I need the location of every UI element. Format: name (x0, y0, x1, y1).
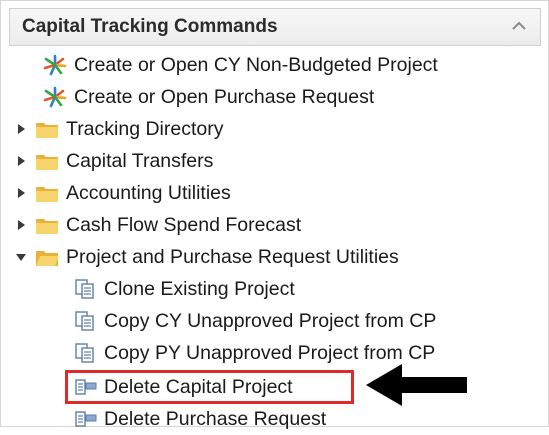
chevron-up-icon[interactable] (510, 19, 528, 33)
tree-item-label: Delete Purchase Request (104, 407, 327, 430)
panel-title: Capital Tracking Commands (22, 16, 278, 37)
tree-item-copy-cy-unapproved[interactable]: Copy CY Unapproved Project from CP (74, 305, 436, 337)
tree-item-create-cy-non-budgeted[interactable]: Create or Open CY Non-Budgeted Project (42, 49, 438, 81)
tree-item-clone-existing-project[interactable]: Clone Existing Project (74, 273, 295, 305)
tree-item-label: Capital Transfers (66, 149, 214, 172)
pointer-arrow-icon (366, 364, 467, 406)
star-burst-icon (43, 54, 67, 76)
folder-icon (36, 155, 58, 170)
document-copy-icon (75, 279, 94, 299)
folder-open-icon (36, 251, 59, 266)
tree-item-label: Copy CY Unapproved Project from CP (104, 309, 437, 332)
tree-item-label: Project and Purchase Request Utilities (66, 245, 399, 268)
tree-item-label: Clone Existing Project (104, 277, 295, 300)
folder-icon (36, 219, 58, 234)
expand-arrow-icon[interactable] (14, 122, 28, 136)
tree-item-label: Create or Open CY Non-Budgeted Project (74, 53, 438, 76)
tree-folder-accounting-utilities[interactable]: Accounting Utilities (14, 177, 231, 209)
document-copy-icon (75, 311, 94, 331)
expand-arrow-icon[interactable] (14, 218, 28, 232)
tree-item-label: Create or Open Purchase Request (74, 85, 375, 108)
tree-folder-cash-flow-spend-forecast[interactable]: Cash Flow Spend Forecast (14, 209, 301, 241)
highlight-box (65, 370, 354, 404)
tree-folder-capital-transfers[interactable]: Capital Transfers (14, 145, 213, 177)
tree-item-delete-purchase-request[interactable]: Delete Purchase Request (74, 403, 326, 435)
tree-folder-tracking-directory[interactable]: Tracking Directory (14, 113, 223, 145)
star-burst-icon (43, 86, 67, 108)
panel-header[interactable]: Capital Tracking Commands (9, 8, 541, 46)
collapse-arrow-icon[interactable] (14, 250, 28, 264)
tree-item-create-purchase-request[interactable]: Create or Open Purchase Request (42, 81, 374, 113)
folder-icon (36, 187, 58, 202)
tree-item-label: Accounting Utilities (66, 181, 231, 204)
tree-item-label: Cash Flow Spend Forecast (66, 213, 302, 236)
tree-item-label: Tracking Directory (66, 117, 224, 140)
folder-icon (36, 123, 58, 138)
tree-folder-project-purchase-utilities[interactable]: Project and Purchase Request Utilities (14, 241, 399, 273)
expand-arrow-icon[interactable] (14, 186, 28, 200)
document-copy-icon (75, 343, 94, 363)
expand-arrow-icon[interactable] (14, 154, 28, 168)
